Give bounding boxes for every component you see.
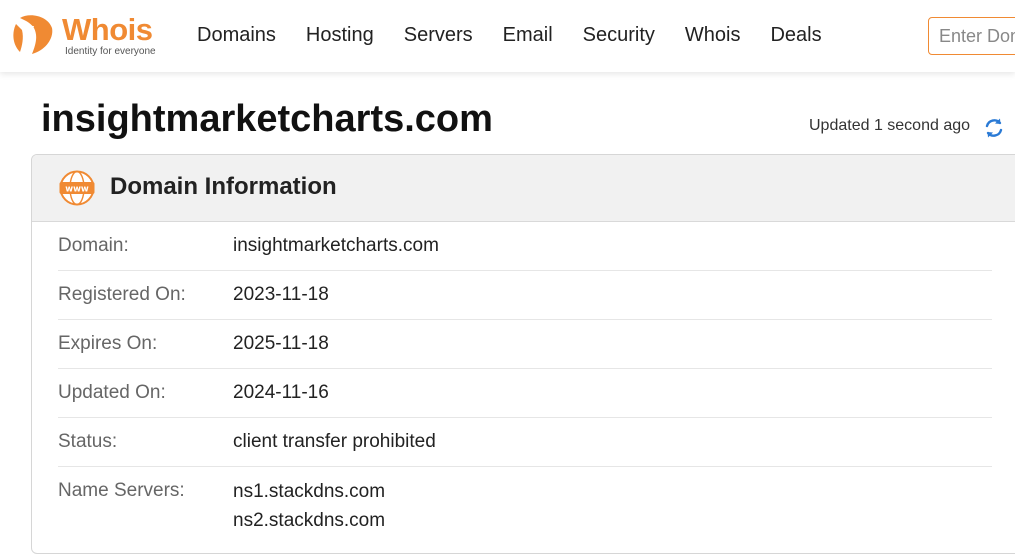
row-label: Name Servers: — [58, 480, 185, 501]
row-label: Domain: — [58, 235, 129, 256]
row-label: Status: — [58, 431, 118, 452]
row-label: Expires On: — [58, 333, 158, 354]
name-server-2: ns2.stackdns.com — [233, 510, 386, 531]
row-value: ns1.stackdns.com ns2.stackdns.com — [233, 477, 385, 535]
nav-item-servers[interactable]: Servers — [404, 24, 473, 47]
nav-item-email[interactable]: Email — [503, 24, 553, 47]
whois-logo[interactable]: Whois Identity for everyone — [10, 12, 170, 60]
nav-item-hosting[interactable]: Hosting — [306, 24, 374, 47]
table-row: Name Servers: ns1.stackdns.com ns2.stack… — [58, 467, 992, 531]
row-label: Registered On: — [58, 284, 186, 305]
table-row: Updated On: 2024-11-16 — [58, 369, 992, 418]
nav-item-whois[interactable]: Whois — [685, 24, 741, 47]
table-row: Registered On: 2023-11-18 — [58, 271, 992, 320]
top-navbar: Whois Identity for everyone Domains Host… — [0, 0, 1015, 72]
row-value: client transfer prohibited — [233, 431, 436, 452]
logo-mark-icon — [13, 15, 53, 55]
main-nav: Domains Hosting Servers Email Security W… — [197, 24, 852, 47]
table-row: Expires On: 2025-11-18 — [58, 320, 992, 369]
table-row: Domain: insightmarketcharts.com — [58, 222, 992, 271]
domain-information-card: www Domain Information Domain: insightma… — [31, 154, 1015, 554]
nav-item-security[interactable]: Security — [583, 24, 655, 47]
row-value: 2023-11-18 — [233, 284, 329, 305]
row-value: insightmarketcharts.com — [233, 235, 439, 256]
nav-item-deals[interactable]: Deals — [770, 24, 821, 47]
domain-info-table: Domain: insightmarketcharts.com Register… — [58, 222, 992, 531]
logo-tagline: Identity for everyone — [65, 46, 156, 57]
domain-search-input[interactable] — [928, 17, 1015, 55]
www-icon: www — [58, 169, 96, 212]
page-title: insightmarketcharts.com — [41, 98, 493, 140]
logo-text: Whois — [62, 12, 153, 47]
nav-item-domains[interactable]: Domains — [197, 24, 276, 47]
svg-text:www: www — [65, 185, 89, 195]
name-server-1: ns1.stackdns.com — [233, 481, 386, 502]
card-header: www Domain Information — [32, 155, 1015, 222]
updated-status: Updated 1 second ago — [809, 117, 971, 134]
row-value: 2025-11-18 — [233, 333, 329, 354]
card-title: Domain Information — [110, 173, 337, 200]
row-value: 2024-11-16 — [233, 382, 329, 403]
refresh-icon[interactable] — [983, 117, 1005, 144]
row-label: Updated On: — [58, 382, 166, 403]
table-row: Status: client transfer prohibited — [58, 418, 992, 467]
